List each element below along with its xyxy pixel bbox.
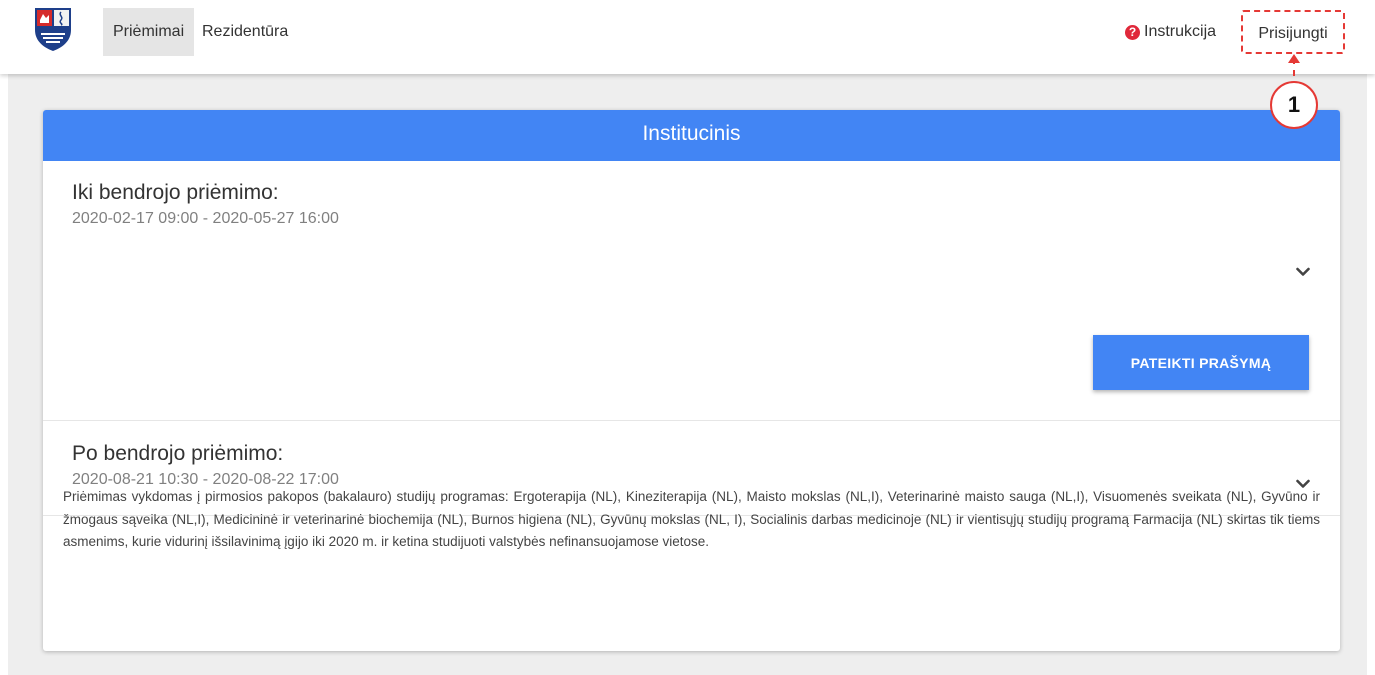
instructions-label: Instrukcija: [1144, 23, 1217, 40]
nav-item-rezidentura[interactable]: Rezidentūra: [192, 8, 298, 56]
institucinis-card: Institucinis Iki bendrojo priėmimo: 2020…: [43, 110, 1340, 651]
section-dates: 2020-02-17 09:00 - 2020-05-27 16:00: [72, 210, 339, 227]
university-logo[interactable]: [33, 6, 73, 52]
section-title: Iki bendrojo priėmimo:: [72, 181, 279, 204]
chevron-down-icon[interactable]: [1296, 267, 1310, 277]
annotation-line: [1293, 58, 1295, 76]
program-description: Priėmimas vykdomas į pirmosios pakopos (…: [63, 489, 1320, 549]
instructions-link[interactable]: ? Instrukcija: [1125, 20, 1216, 44]
submit-request-button[interactable]: PATEIKTI PRAŠYMĄ: [1093, 335, 1309, 390]
nav-item-priemimai[interactable]: Priėmimai: [103, 8, 195, 56]
section-title: Po bendrojo priėmimo:: [72, 442, 284, 465]
annotation-marker: 1: [1270, 81, 1318, 129]
question-circle-icon: ?: [1125, 24, 1140, 40]
login-button[interactable]: Prisijungti: [1241, 10, 1345, 54]
section-before-general-admission: Iki bendrojo priėmimo: 2020-02-17 09:00 …: [43, 161, 1340, 421]
top-navigation-bar: Priėmimai Rezidentūra ? Instrukcija Pris…: [0, 0, 1375, 74]
card-header: Institucinis: [43, 110, 1340, 161]
